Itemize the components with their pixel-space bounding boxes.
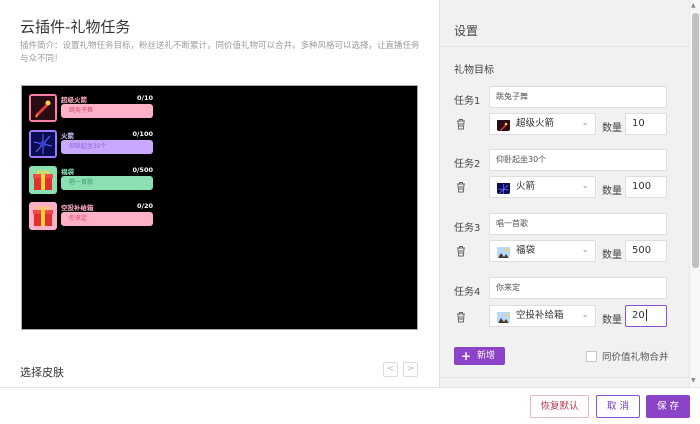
preview-item-count: 0/500: [132, 166, 153, 174]
firework-icon: [497, 181, 510, 194]
gift-select-value: 火箭: [516, 181, 536, 192]
preview-item: 福袋 0/500 唱一首歌: [29, 166, 153, 194]
trash-icon[interactable]: [455, 311, 467, 323]
chevron-down-icon: ⌄: [581, 310, 589, 320]
merge-label: 同价值礼物合并: [602, 352, 669, 363]
task-text-input[interactable]: 你来定: [489, 277, 667, 299]
giftbox-icon: [497, 245, 510, 258]
preview-item-count: 0/20: [137, 202, 153, 210]
scroll-up-icon[interactable]: ▲: [691, 2, 696, 9]
preview-item-name: 超级火箭: [61, 96, 87, 104]
trash-icon[interactable]: [455, 245, 467, 257]
qty-label: 数量: [602, 186, 622, 197]
plugin-title: 云插件-礼物任务: [20, 18, 131, 36]
footer-bar: 恢复默认 取 消 保 存: [0, 387, 700, 424]
save-button[interactable]: 保 存: [646, 395, 690, 418]
text-caret: [645, 309, 647, 321]
plus-icon: +: [461, 349, 472, 363]
preview-item-name: 空投补给箱: [61, 204, 94, 212]
settings-panel: 设置 礼物目标 任务1 跳兔子舞 超级火箭 ⌄ 数量 10 任务2 仰卧起坐30…: [439, 0, 700, 387]
preview-item-count: 0/10: [137, 94, 153, 102]
rocket-icon: [29, 94, 57, 122]
gift-select[interactable]: 福袋 ⌄: [489, 240, 596, 262]
scrollbar[interactable]: ▲ ▼: [689, 0, 700, 387]
chevron-down-icon: ⌄: [581, 181, 589, 191]
add-task-button[interactable]: + 新增: [454, 347, 505, 365]
preview-item: 空投补给箱 0/20 你来定: [29, 202, 153, 230]
qty-label: 数量: [602, 315, 622, 326]
supplybox-icon: [497, 310, 510, 323]
gift-select[interactable]: 火箭 ⌄: [489, 176, 596, 198]
cancel-button[interactable]: 取 消: [596, 395, 640, 418]
skin-section-label: 选择皮肤: [20, 366, 64, 379]
divider: [440, 377, 690, 378]
task-text-input[interactable]: 跳兔子舞: [489, 86, 667, 108]
task-label: 任务4: [454, 287, 481, 298]
qty-input[interactable]: 10: [625, 113, 667, 135]
qty-label: 数量: [602, 123, 622, 134]
gift-select-value: 福袋: [516, 245, 536, 256]
task-label: 任务3: [454, 223, 481, 234]
preview-item-task: 仰卧起坐30个: [61, 140, 153, 154]
plugin-panel: 云插件-礼物任务 插件简介：设置礼物任务目标，粉丝送礼不断累计，同价值礼物可以合…: [0, 0, 439, 387]
preview-item: 超级火箭 0/10 跳兔子舞: [29, 94, 153, 122]
settings-title: 设置: [454, 24, 479, 38]
preview-item-task: 跳兔子舞: [61, 104, 153, 118]
task-text-input[interactable]: 唱一首歌: [489, 213, 667, 235]
scroll-down-icon[interactable]: ▼: [691, 377, 696, 384]
preview-item-count: 0/100: [132, 130, 153, 138]
merge-checkbox[interactable]: [586, 351, 597, 362]
skin-prev-button[interactable]: <: [383, 362, 398, 377]
trash-icon[interactable]: [455, 118, 467, 130]
add-task-label: 新增: [477, 351, 496, 361]
chevron-down-icon: ⌄: [581, 118, 589, 128]
qty-input[interactable]: 100: [625, 176, 667, 198]
giftbox-icon: [29, 166, 57, 194]
qty-input[interactable]: 20: [625, 305, 667, 327]
scroll-thumb[interactable]: [692, 13, 699, 268]
divider: [440, 46, 690, 47]
qty-input[interactable]: 500: [625, 240, 667, 262]
qty-input-value: 20: [632, 310, 645, 321]
task-label: 任务1: [454, 96, 481, 107]
reset-default-button[interactable]: 恢复默认: [530, 395, 589, 418]
trash-icon[interactable]: [455, 181, 467, 193]
chevron-down-icon: ⌄: [581, 245, 589, 255]
preview-item-task: 你来定: [61, 212, 153, 226]
gift-select-value: 空投补给箱: [516, 310, 564, 321]
preview-item: 火箭 0/100 仰卧起坐30个: [29, 130, 153, 158]
preview-item-task: 唱一首歌: [61, 176, 153, 190]
plugin-intro: 插件简介：设置礼物任务目标，粉丝送礼不断累计，同价值礼物可以合并。多种风格可以选…: [20, 41, 420, 64]
gift-target-label: 礼物目标: [454, 65, 494, 76]
firework-icon: [29, 130, 57, 158]
qty-label: 数量: [602, 250, 622, 261]
task-text-input[interactable]: 仰卧起坐30个: [489, 149, 667, 171]
preview-item-name: 福袋: [61, 168, 74, 176]
supplybox-icon: [29, 202, 57, 230]
gift-select[interactable]: 超级火箭 ⌄: [489, 113, 596, 135]
preview-canvas: 超级火箭 0/10 跳兔子舞 火箭 0/100 仰卧起坐30个 福袋 0/500…: [21, 85, 418, 330]
rocket-icon: [497, 118, 510, 131]
gift-select-value: 超级火箭: [516, 118, 555, 129]
task-label: 任务2: [454, 159, 481, 170]
gift-select[interactable]: 空投补给箱 ⌄: [489, 305, 596, 327]
preview-item-name: 火箭: [61, 132, 74, 140]
skin-next-button[interactable]: >: [403, 362, 418, 377]
